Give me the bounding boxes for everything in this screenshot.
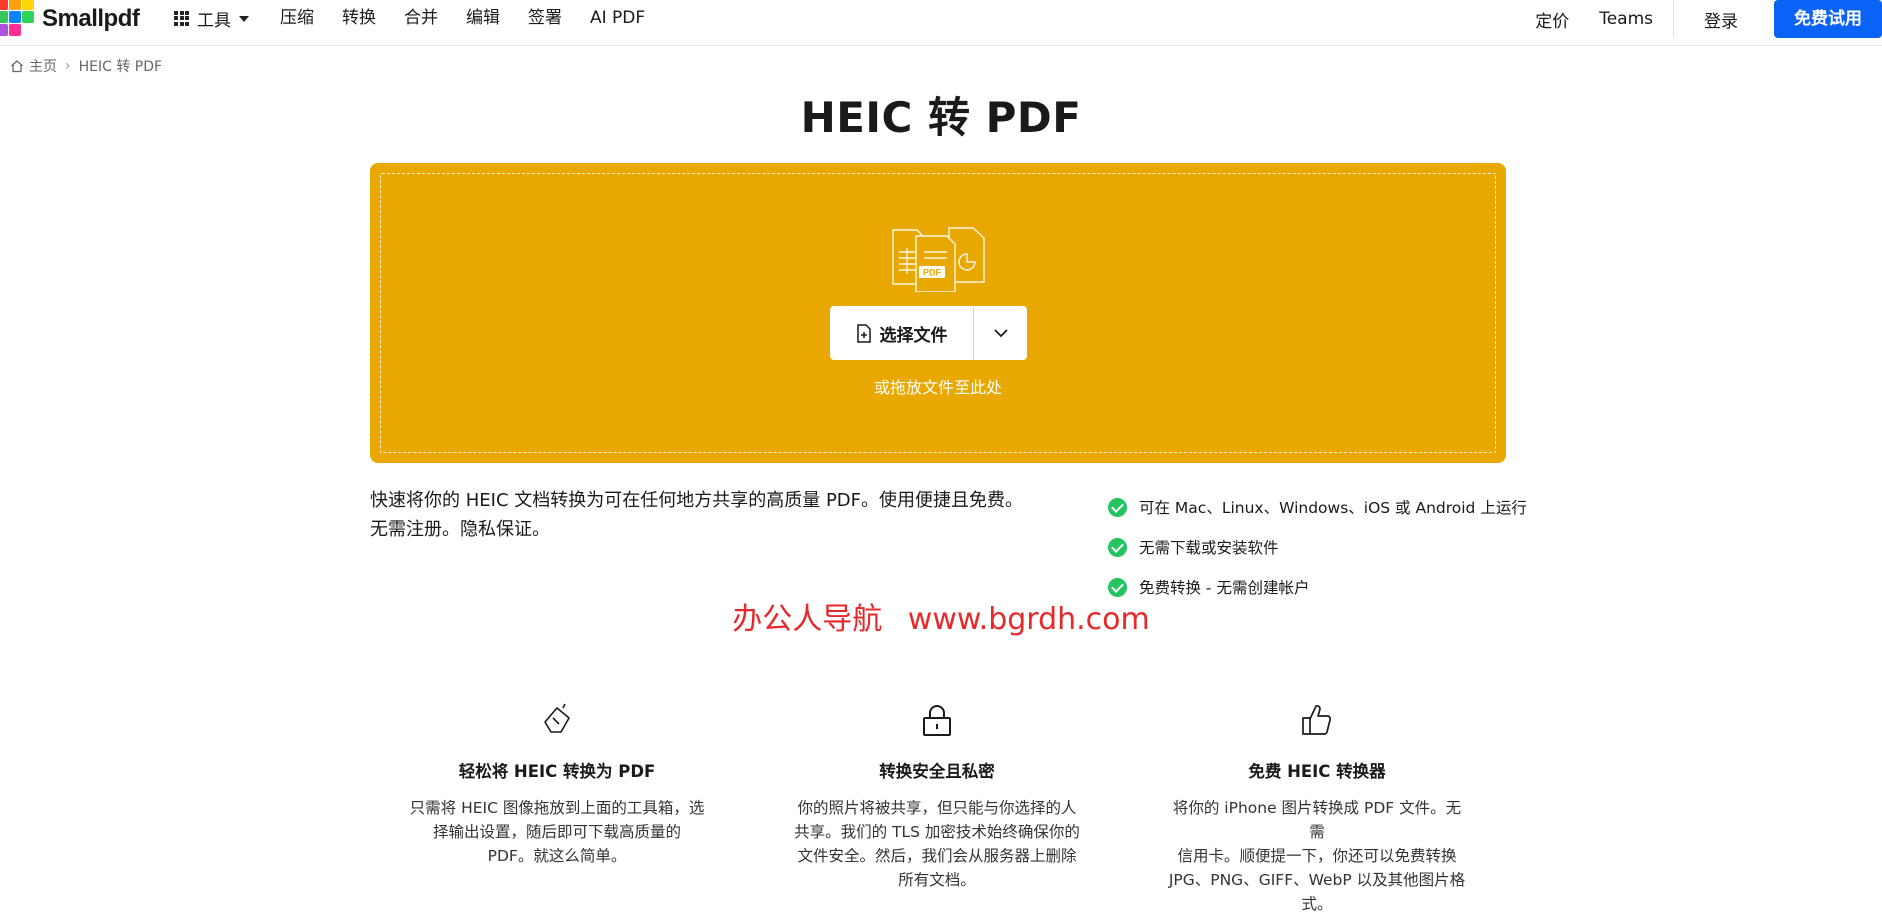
watermark-name: 办公人导航 xyxy=(732,602,883,637)
watermark: 办公人导航 www.bgrdh.com xyxy=(0,594,1882,638)
column-text: 只需将 HEIC 图像拖放到上面的工具箱，选 择输出设置，随后即可下载高质量的 … xyxy=(409,799,705,865)
choose-source-dropdown[interactable] xyxy=(974,306,1027,360)
logo-text: Smallpdf xyxy=(42,5,140,32)
nav-convert[interactable]: 转换 xyxy=(342,6,376,30)
nav-links: 压缩 转换 合并 编辑 签署 AI PDF xyxy=(280,6,673,30)
hand-drag-icon xyxy=(544,703,570,733)
nav-compress[interactable]: 压缩 xyxy=(280,6,314,30)
choose-file-label: 选择文件 xyxy=(879,325,948,346)
breadcrumb-home[interactable]: 主页 xyxy=(29,56,57,76)
thumbs-up-icon xyxy=(1302,704,1332,735)
teams-link[interactable]: Teams xyxy=(1599,9,1653,29)
watermark-url: www.bgrdh.com xyxy=(907,602,1150,637)
free-trial-button[interactable]: 免费试用 xyxy=(1774,0,1882,38)
info-column-easy: 轻松将 HEIC 转换为 PDF 只需将 HEIC 图像拖放到上面的工具箱，选 … xyxy=(407,702,707,868)
nav-merge[interactable]: 合并 xyxy=(404,6,438,30)
tools-menu[interactable]: 工具 xyxy=(174,6,249,31)
file-add-icon xyxy=(856,323,871,343)
smallpdf-logo-icon xyxy=(0,0,34,38)
column-text: 你的照片将被共享，但只能与你选择的人 共享。我们的 TLS 加密技术始终确保你的… xyxy=(794,799,1080,889)
nav-right: 定价 Teams 登录 免费试用 xyxy=(1535,0,1882,38)
nav-sign[interactable]: 签署 xyxy=(528,6,562,30)
column-text: 将你的 iPhone 图片转换成 PDF 文件。无需 信用卡。顺便提一下，你还可… xyxy=(1168,799,1466,913)
chevron-down-icon xyxy=(993,328,1008,337)
column-title: 轻松将 HEIC 转换为 PDF xyxy=(458,762,656,781)
top-navigation: Smallpdf 工具 压缩 转换 合并 编辑 签署 AI PDF 定价 Tea… xyxy=(0,0,1882,46)
nav-edit[interactable]: 编辑 xyxy=(466,6,500,30)
grid-icon xyxy=(174,10,189,26)
pricing-link[interactable]: 定价 xyxy=(1535,7,1569,32)
tool-description: 快速将你的 HEIC 文档转换为可在任何地方共享的高质量 PDF。使用便捷且免费… xyxy=(370,486,1050,544)
description-line-2: 无需注册。隐私保证。 xyxy=(370,519,550,540)
tools-label: 工具 xyxy=(197,10,231,31)
nav-ai-pdf[interactable]: AI PDF xyxy=(590,6,645,30)
nav-divider xyxy=(1673,0,1674,38)
check-circle-icon xyxy=(1108,497,1127,517)
files-illustration-icon: PDF xyxy=(892,227,985,292)
check-circle-icon xyxy=(1108,537,1127,557)
column-title: 转换安全且私密 xyxy=(879,762,995,781)
feature-text: 无需下载或安装软件 xyxy=(1139,539,1279,557)
caret-down-icon xyxy=(239,16,249,22)
home-icon xyxy=(11,60,23,73)
feature-list: 可在 Mac、Linux、Windows、iOS 或 Android 上运行 无… xyxy=(1108,487,1527,607)
page-title: HEIC 转 PDF xyxy=(800,93,1082,142)
feature-item: 可在 Mac、Linux、Windows、iOS 或 Android 上运行 xyxy=(1108,487,1527,527)
breadcrumb-current: HEIC 转 PDF xyxy=(78,59,163,75)
description-line-1: 快速将你的 HEIC 文档转换为可在任何地方共享的高质量 PDF。使用便捷且免费… xyxy=(370,490,1024,511)
column-title: 免费 HEIC 转换器 xyxy=(1248,762,1386,781)
lock-icon xyxy=(923,705,951,736)
info-column-free: 免费 HEIC 转换器 将你的 iPhone 图片转换成 PDF 文件。无需 信… xyxy=(1167,702,1467,916)
logo[interactable]: Smallpdf xyxy=(0,0,140,38)
choose-file-group: 选择文件 xyxy=(830,306,1027,360)
feature-text: 可在 Mac、Linux、Windows、iOS 或 Android 上运行 xyxy=(1139,499,1527,517)
feature-item: 无需下载或安装软件 xyxy=(1108,527,1527,567)
choose-file-button[interactable]: 选择文件 xyxy=(830,306,974,360)
breadcrumb: 主页 › HEIC 转 PDF xyxy=(10,56,162,76)
svg-text:PDF: PDF xyxy=(923,268,942,278)
login-button[interactable]: 登录 xyxy=(1704,7,1738,32)
drop-hint: 或拖放文件至此处 xyxy=(873,378,1002,397)
info-column-secure: 转换安全且私密 你的照片将被共享，但只能与你选择的人 共享。我们的 TLS 加密… xyxy=(787,702,1087,892)
breadcrumb-separator-icon: › xyxy=(65,58,71,74)
